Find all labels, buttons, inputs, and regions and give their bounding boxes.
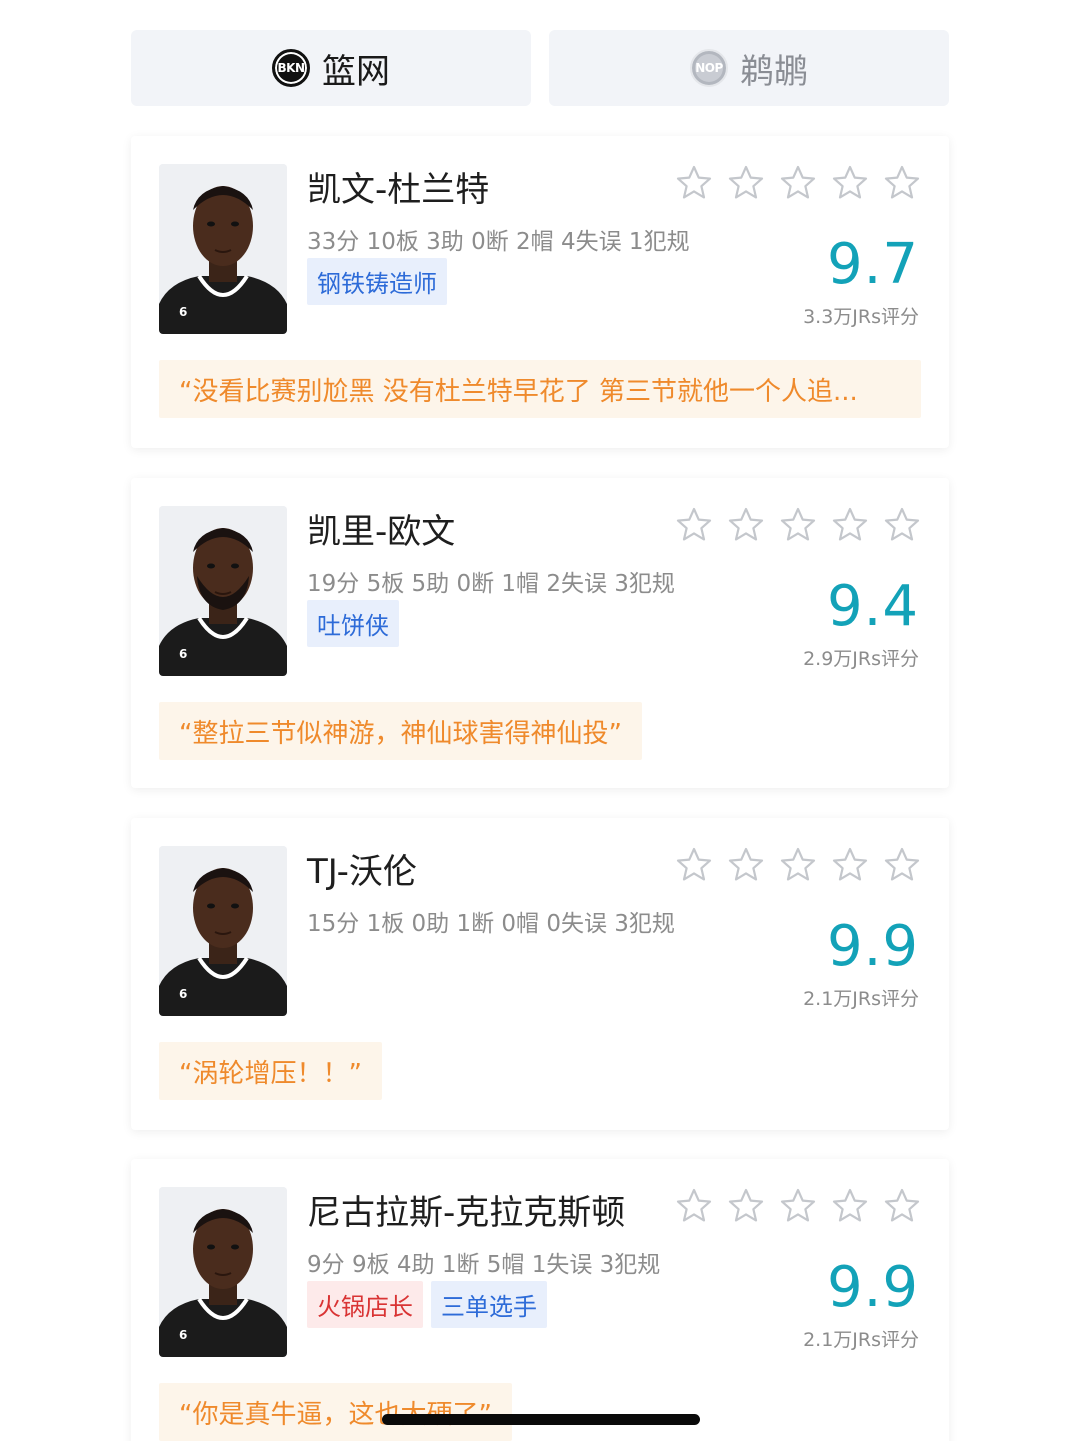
- player-stats: 33分 10板 3助 0断 2帽 4失误 1犯规: [307, 229, 690, 255]
- nickname-badge: 吐饼侠: [307, 600, 399, 647]
- rating-stars[interactable]: [675, 846, 921, 884]
- player-card[interactable]: 6 凯里-欧文 19分 5板 5助 0断 1帽 2失误 3犯规 吐饼侠 9.4 …: [131, 478, 949, 788]
- player-stats: 15分 1板 0助 1断 0帽 0失误 3犯规: [307, 911, 675, 937]
- player-name: 凯文-杜兰特: [307, 170, 490, 210]
- star-icon[interactable]: [779, 164, 817, 202]
- badge-list: 火锅店长 三单选手: [307, 1281, 547, 1328]
- player-avatar: 6: [159, 164, 287, 334]
- star-icon[interactable]: [883, 1187, 921, 1225]
- star-icon[interactable]: [831, 506, 869, 544]
- badge-list: 吐饼侠: [307, 600, 399, 647]
- star-icon[interactable]: [675, 164, 713, 202]
- star-icon[interactable]: [727, 846, 765, 884]
- vote-count: 2.1万JRs评分: [803, 1329, 919, 1351]
- player-avatar: 6: [159, 846, 287, 1016]
- rating-stars[interactable]: [675, 506, 921, 544]
- player-avatar: 6: [159, 506, 287, 676]
- star-icon[interactable]: [727, 506, 765, 544]
- vote-count: 2.9万JRs评分: [803, 648, 919, 670]
- player-card[interactable]: 6 TJ-沃伦 15分 1板 0助 1断 0帽 0失误 3犯规 9.9 2.1万…: [131, 818, 949, 1130]
- player-photo: 6: [159, 506, 287, 676]
- rating-stars[interactable]: [675, 164, 921, 202]
- svg-text:6: 6: [179, 1328, 187, 1342]
- star-icon[interactable]: [831, 1187, 869, 1225]
- rating-stars[interactable]: [675, 1187, 921, 1225]
- player-card[interactable]: 6 尼古拉斯-克拉克斯顿 9分 9板 4助 1断 5帽 1失误 3犯规 火锅店长…: [131, 1159, 949, 1441]
- player-photo: 6: [159, 164, 287, 334]
- star-icon[interactable]: [727, 164, 765, 202]
- star-icon[interactable]: [779, 506, 817, 544]
- star-icon[interactable]: [831, 164, 869, 202]
- player-name: TJ-沃伦: [307, 852, 417, 892]
- svg-text:6: 6: [179, 987, 187, 1001]
- player-photo: 6: [159, 846, 287, 1016]
- star-icon[interactable]: [779, 1187, 817, 1225]
- player-name: 凯里-欧文: [307, 512, 456, 552]
- star-icon[interactable]: [675, 846, 713, 884]
- vote-count: 3.3万JRs评分: [803, 306, 919, 328]
- star-icon[interactable]: [779, 846, 817, 884]
- nets-logo-icon: BKN: [272, 49, 310, 87]
- player-name: 尼古拉斯-克拉克斯顿: [307, 1193, 626, 1233]
- star-icon[interactable]: [883, 164, 921, 202]
- player-score: 9.4: [826, 574, 919, 639]
- svg-text:6: 6: [179, 647, 187, 661]
- star-icon[interactable]: [675, 506, 713, 544]
- tab-label: 篮网: [322, 51, 390, 92]
- nickname-badge: 三单选手: [431, 1281, 547, 1328]
- nickname-badge: 火锅店长: [307, 1281, 423, 1328]
- star-icon[interactable]: [883, 506, 921, 544]
- top-comment[interactable]: “你是真牛逼，这也太硬了”: [159, 1383, 512, 1441]
- star-icon[interactable]: [675, 1187, 713, 1225]
- home-indicator: [382, 1414, 700, 1425]
- star-icon[interactable]: [727, 1187, 765, 1225]
- player-stats: 9分 9板 4助 1断 5帽 1失误 3犯规: [307, 1252, 661, 1278]
- player-avatar: 6: [159, 1187, 287, 1357]
- player-score: 9.9: [826, 914, 919, 979]
- star-icon[interactable]: [831, 846, 869, 884]
- tab-label: 鹈鹕: [740, 51, 808, 92]
- pelicans-logo-icon: NOP: [690, 49, 728, 87]
- player-stats: 19分 5板 5助 0断 1帽 2失误 3犯规: [307, 571, 675, 597]
- tab-nets[interactable]: BKN 篮网: [131, 30, 531, 106]
- player-score: 9.9: [826, 1255, 919, 1320]
- top-comment[interactable]: “涡轮增压！！”: [159, 1042, 382, 1100]
- vote-count: 2.1万JRs评分: [803, 988, 919, 1010]
- top-comment[interactable]: “没看比赛别尬黑 没有杜兰特早花了 第三节就他一个人追...: [159, 360, 921, 418]
- top-comment[interactable]: “整拉三节似神游，神仙球害得神仙投”: [159, 702, 642, 760]
- badge-list: 钢铁铸造师: [307, 258, 447, 305]
- star-icon[interactable]: [883, 846, 921, 884]
- player-score: 9.7: [826, 232, 919, 297]
- nickname-badge: 钢铁铸造师: [307, 258, 447, 305]
- svg-text:6: 6: [179, 305, 187, 319]
- team-tabs: BKN 篮网 NOP 鹈鹕: [131, 30, 949, 106]
- player-photo: 6: [159, 1187, 287, 1357]
- tab-pelicans[interactable]: NOP 鹈鹕: [549, 30, 949, 106]
- player-card[interactable]: 6 凯文-杜兰特 33分 10板 3助 0断 2帽 4失误 1犯规 钢铁铸造师 …: [131, 136, 949, 448]
